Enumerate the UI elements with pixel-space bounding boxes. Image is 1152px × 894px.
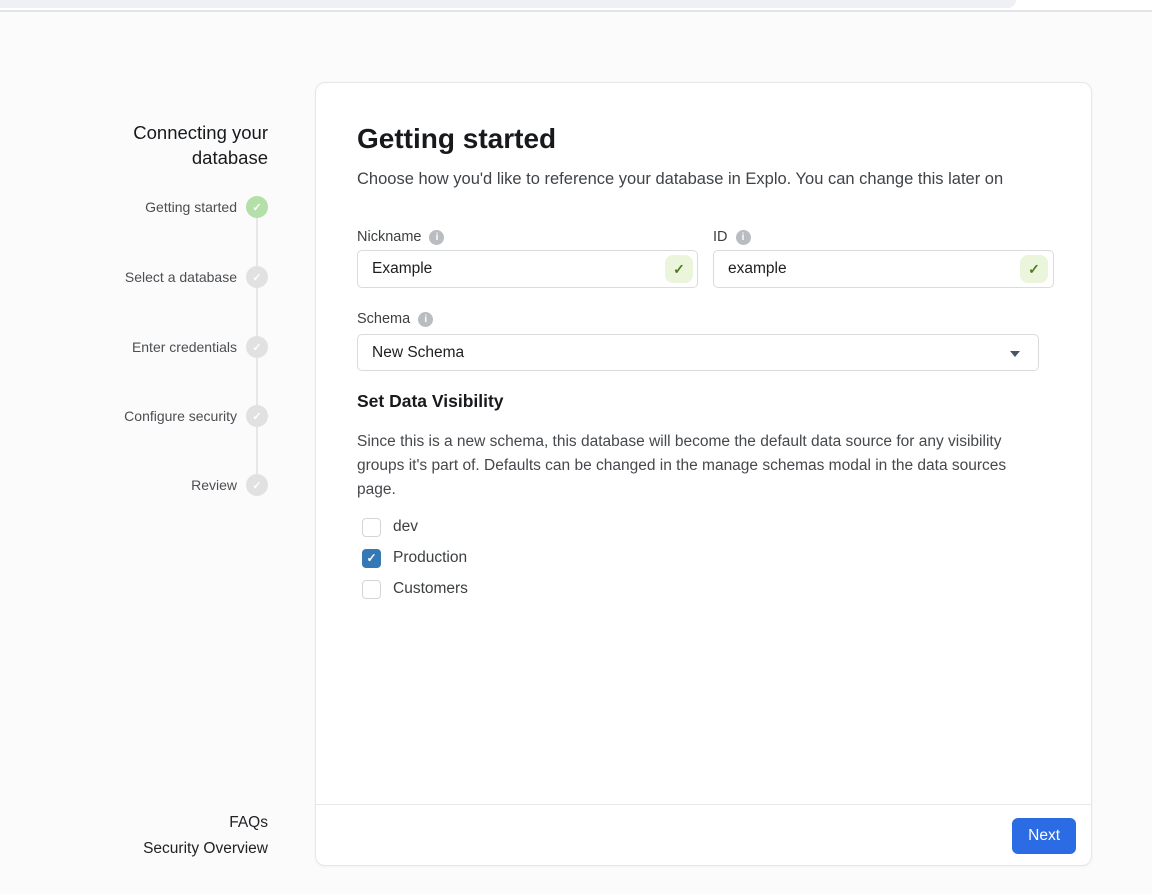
wizard-title: Connecting your database — [60, 120, 268, 170]
checkbox-label: Customers — [393, 580, 468, 598]
dev-checkbox[interactable]: ✓ — [362, 518, 381, 537]
production-checkbox[interactable]: ✓ — [362, 549, 381, 568]
step-label: Review — [191, 474, 237, 496]
schema-selected-value: New Schema — [372, 344, 464, 362]
security-overview-link[interactable]: Security Overview — [30, 836, 268, 862]
nickname-label-text: Nickname — [357, 229, 421, 245]
visibility-group-list: ✓ dev ✓ Production ✓ Customers — [362, 516, 468, 600]
step-check-icon: ✓ — [246, 196, 268, 218]
step-check-icon: ✓ — [246, 266, 268, 288]
getting-started-card: Getting started Choose how you'd like to… — [315, 82, 1092, 866]
info-icon[interactable]: i — [429, 230, 444, 245]
nickname-valid-check-icon: ✓ — [665, 255, 693, 283]
info-icon[interactable]: i — [418, 312, 433, 327]
faqs-link[interactable]: FAQs — [30, 810, 268, 836]
chevron-down-icon — [1010, 351, 1020, 357]
visibility-row-customers: ✓ Customers — [362, 578, 468, 600]
card-title: Getting started — [357, 123, 556, 155]
customers-checkbox[interactable]: ✓ — [362, 580, 381, 599]
card-subtitle: Choose how you'd like to reference your … — [357, 170, 1003, 189]
schema-label-text: Schema — [357, 311, 410, 327]
step-check-icon: ✓ — [246, 405, 268, 427]
step-label: Configure security — [124, 405, 237, 427]
id-label: ID i — [713, 229, 751, 245]
step-label: Enter credentials — [132, 336, 237, 358]
browser-chrome-remnant — [0, 0, 1016, 8]
checkbox-label: Production — [393, 549, 467, 567]
next-button[interactable]: Next — [1012, 818, 1076, 854]
visibility-row-dev: ✓ dev — [362, 516, 468, 538]
step-review[interactable]: Review ✓ — [0, 474, 268, 496]
step-check-icon: ✓ — [246, 474, 268, 496]
step-check-icon: ✓ — [246, 336, 268, 358]
visibility-heading: Set Data Visibility — [357, 391, 504, 412]
id-label-text: ID — [713, 229, 728, 245]
step-label: Getting started — [145, 196, 237, 218]
schema-select[interactable]: New Schema — [357, 334, 1039, 371]
info-icon[interactable]: i — [736, 230, 751, 245]
nickname-input[interactable] — [357, 250, 698, 288]
step-getting-started[interactable]: Getting started ✓ — [0, 196, 268, 218]
step-label: Select a database — [125, 266, 237, 288]
card-footer-divider — [316, 804, 1091, 805]
page-top-divider — [0, 10, 1152, 12]
step-enter-credentials[interactable]: Enter credentials ✓ — [0, 336, 268, 358]
visibility-row-production: ✓ Production — [362, 547, 468, 569]
checkbox-label: dev — [393, 518, 418, 536]
visibility-description: Since this is a new schema, this databas… — [357, 430, 1049, 502]
step-configure-security[interactable]: Configure security ✓ — [0, 405, 268, 427]
sidebar-footer-links: FAQs Security Overview — [30, 810, 268, 862]
nickname-label: Nickname i — [357, 229, 444, 245]
id-input[interactable] — [713, 250, 1054, 288]
step-select-database[interactable]: Select a database ✓ — [0, 266, 268, 288]
schema-label: Schema i — [357, 311, 433, 327]
id-valid-check-icon: ✓ — [1020, 255, 1048, 283]
